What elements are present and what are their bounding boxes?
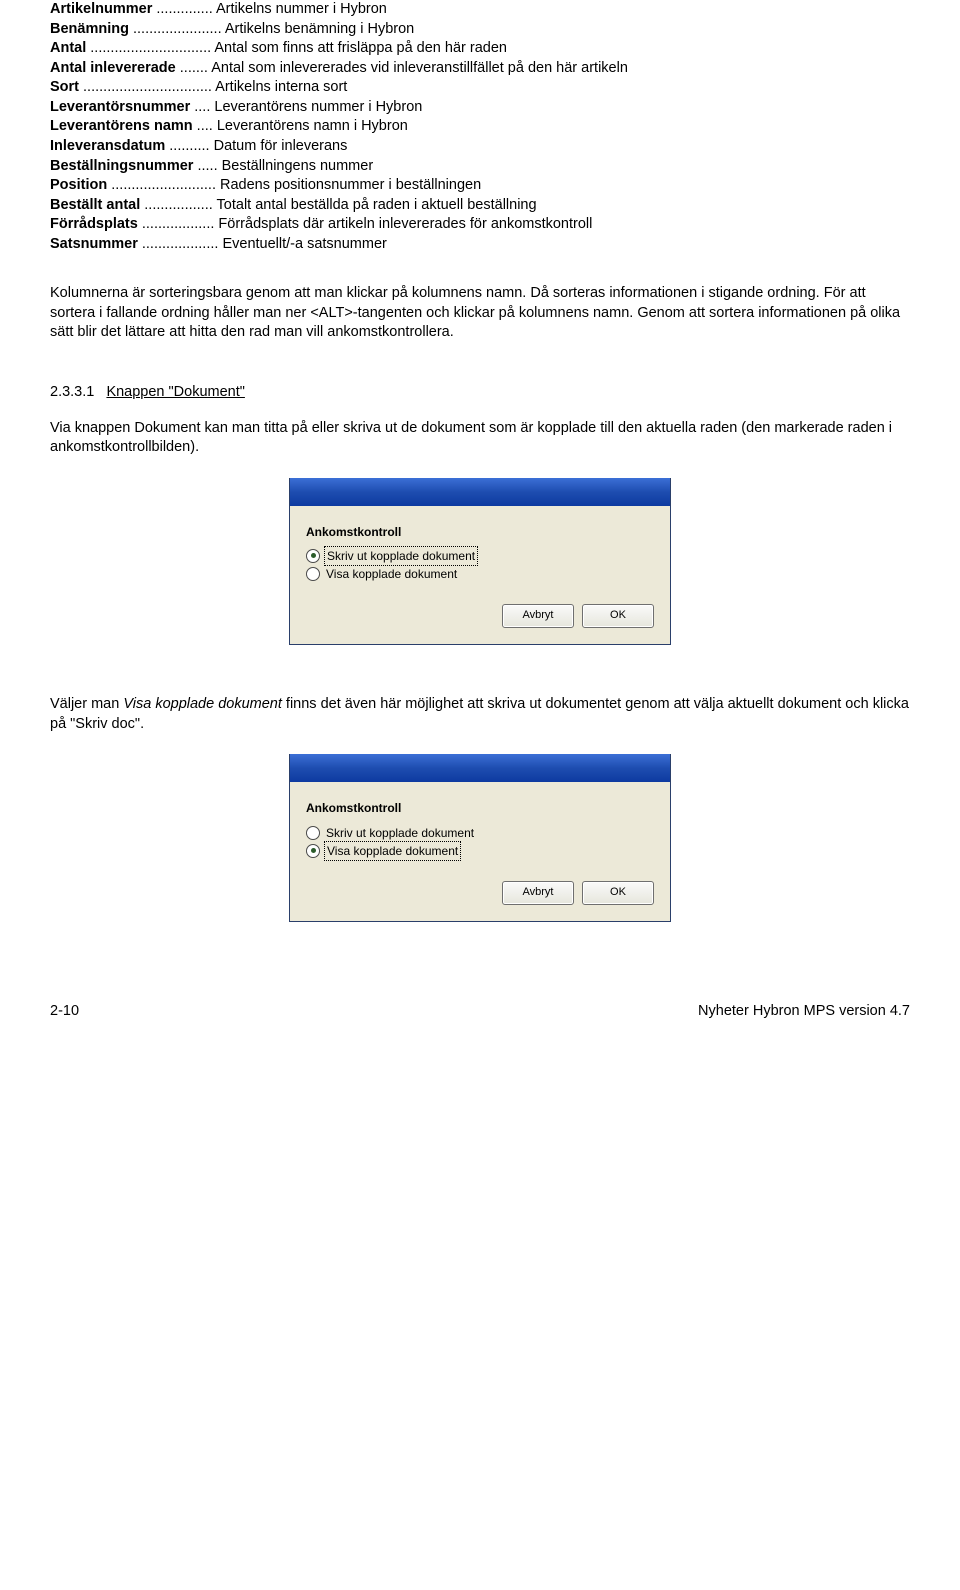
definition-value: Leverantörens namn i Hybron [217,118,408,134]
definition-row: Antal inlevererade ....... Antal som inl… [50,59,910,79]
definition-dots: .......... [165,138,213,154]
definition-row: Beställningsnummer ..... Beställningens … [50,157,910,177]
definition-value: Antal som finns att frisläppa på den här… [214,40,507,56]
definition-label: Inleveransdatum [50,138,165,154]
definitions-list: Artikelnummer .............. Artikelns n… [50,0,910,254]
page-number: 2-10 [50,1002,79,1022]
paragraph-sorting: Kolumnerna är sorteringsbara genom att m… [50,284,910,343]
definition-row: Position .......................... Rade… [50,176,910,196]
definition-label: Benämning [50,21,129,37]
definition-value: Totalt antal beställda på raden i aktuel… [217,197,537,213]
radio-option-print[interactable]: Skriv ut kopplade dokument [306,548,654,564]
radio-option-print[interactable]: Skriv ut kopplade dokument [306,825,654,841]
cancel-button[interactable]: Avbryt [502,604,574,628]
cancel-button[interactable]: Avbryt [502,881,574,905]
radio-option-show[interactable]: Visa kopplade dokument [306,843,654,859]
ok-button[interactable]: OK [582,604,654,628]
radio-label: Visa kopplade dokument [326,843,459,859]
definition-row: Benämning ...................... Artikel… [50,20,910,40]
definition-value: Radens positionsnummer i beställningen [220,177,481,193]
radio-label: Skriv ut kopplade dokument [326,548,476,564]
definition-dots: ................... [138,236,223,252]
definition-dots: .......................... [107,177,220,193]
radio-label: Visa kopplade dokument [326,566,457,582]
definition-row: Sort ................................ Ar… [50,78,910,98]
radio-icon [306,549,320,563]
dialog-titlebar [290,478,670,506]
radio-icon [306,826,320,840]
definition-row: Antal .............................. Ant… [50,39,910,59]
definition-dots: ................. [140,197,216,213]
definition-label: Förrådsplats [50,216,138,232]
definition-label: Beställt antal [50,197,140,213]
definition-label: Position [50,177,107,193]
definition-dots: .............................. [86,40,214,56]
footer-title: Nyheter Hybron MPS version 4.7 [698,1002,910,1022]
definition-label: Sort [50,79,79,95]
ok-button[interactable]: OK [582,881,654,905]
definition-dots: ....... [176,60,211,76]
definition-row: Inleveransdatum .......... Datum för inl… [50,137,910,157]
definition-label: Antal [50,40,86,56]
dialog-heading: Ankomstkontroll [306,524,654,540]
definition-value: Artikelns benämning i Hybron [225,21,414,37]
definition-label: Leverantörens namn [50,118,193,134]
definition-value: Artikelns nummer i Hybron [216,1,387,17]
page-footer: 2-10 Nyheter Hybron MPS version 4.7 [50,1002,910,1022]
paragraph-visa: Väljer man Visa kopplade dokument finns … [50,695,910,734]
definition-dots: .... [193,118,217,134]
definition-dots: ...................... [129,21,225,37]
definition-dots: .................. [138,216,219,232]
definition-value: Datum för inleverans [214,138,348,154]
definition-value: Beställningens nummer [222,158,374,174]
definition-dots: .............. [152,1,216,17]
definition-dots: ................................ [79,79,215,95]
definition-value: Eventuellt/-a satsnummer [222,236,386,252]
definition-label: Artikelnummer [50,1,152,17]
definition-value: Leverantörens nummer i Hybron [214,99,422,115]
definition-row: Leverantörens namn .... Leverantörens na… [50,117,910,137]
radio-label: Skriv ut kopplade dokument [326,825,474,841]
definition-row: Artikelnummer .............. Artikelns n… [50,0,910,20]
definition-row: Satsnummer ................... Eventuell… [50,235,910,255]
paragraph-dokument: Via knappen Dokument kan man titta på el… [50,419,910,458]
definition-row: Leverantörsnummer .... Leverantörens num… [50,98,910,118]
definition-label: Satsnummer [50,236,138,252]
ankomstkontroll-dialog-2: Ankomstkontroll Skriv ut kopplade dokume… [289,754,671,922]
definition-value: Antal som inlevererades vid inleveransti… [211,60,628,76]
section-heading: 2.3.3.1 Knappen "Dokument" [50,383,910,403]
radio-option-show[interactable]: Visa kopplade dokument [306,566,654,582]
radio-icon [306,844,320,858]
ankomstkontroll-dialog-1: Ankomstkontroll Skriv ut kopplade dokume… [289,478,671,646]
definition-value: Förrådsplats där artikeln inlevererades … [218,216,592,232]
section-number: 2.3.3.1 [50,384,94,400]
definition-row: Förrådsplats .................. Förrådsp… [50,215,910,235]
radio-icon [306,567,320,581]
definition-label: Antal inlevererade [50,60,176,76]
definition-dots: ..... [193,158,221,174]
definition-row: Beställt antal ................. Totalt … [50,196,910,216]
definition-label: Beställningsnummer [50,158,193,174]
definition-value: Artikelns interna sort [215,79,347,95]
definition-label: Leverantörsnummer [50,99,190,115]
dialog-heading: Ankomstkontroll [306,800,654,816]
section-title: Knappen "Dokument" [106,384,244,400]
dialog-titlebar [290,754,670,782]
definition-dots: .... [190,99,214,115]
